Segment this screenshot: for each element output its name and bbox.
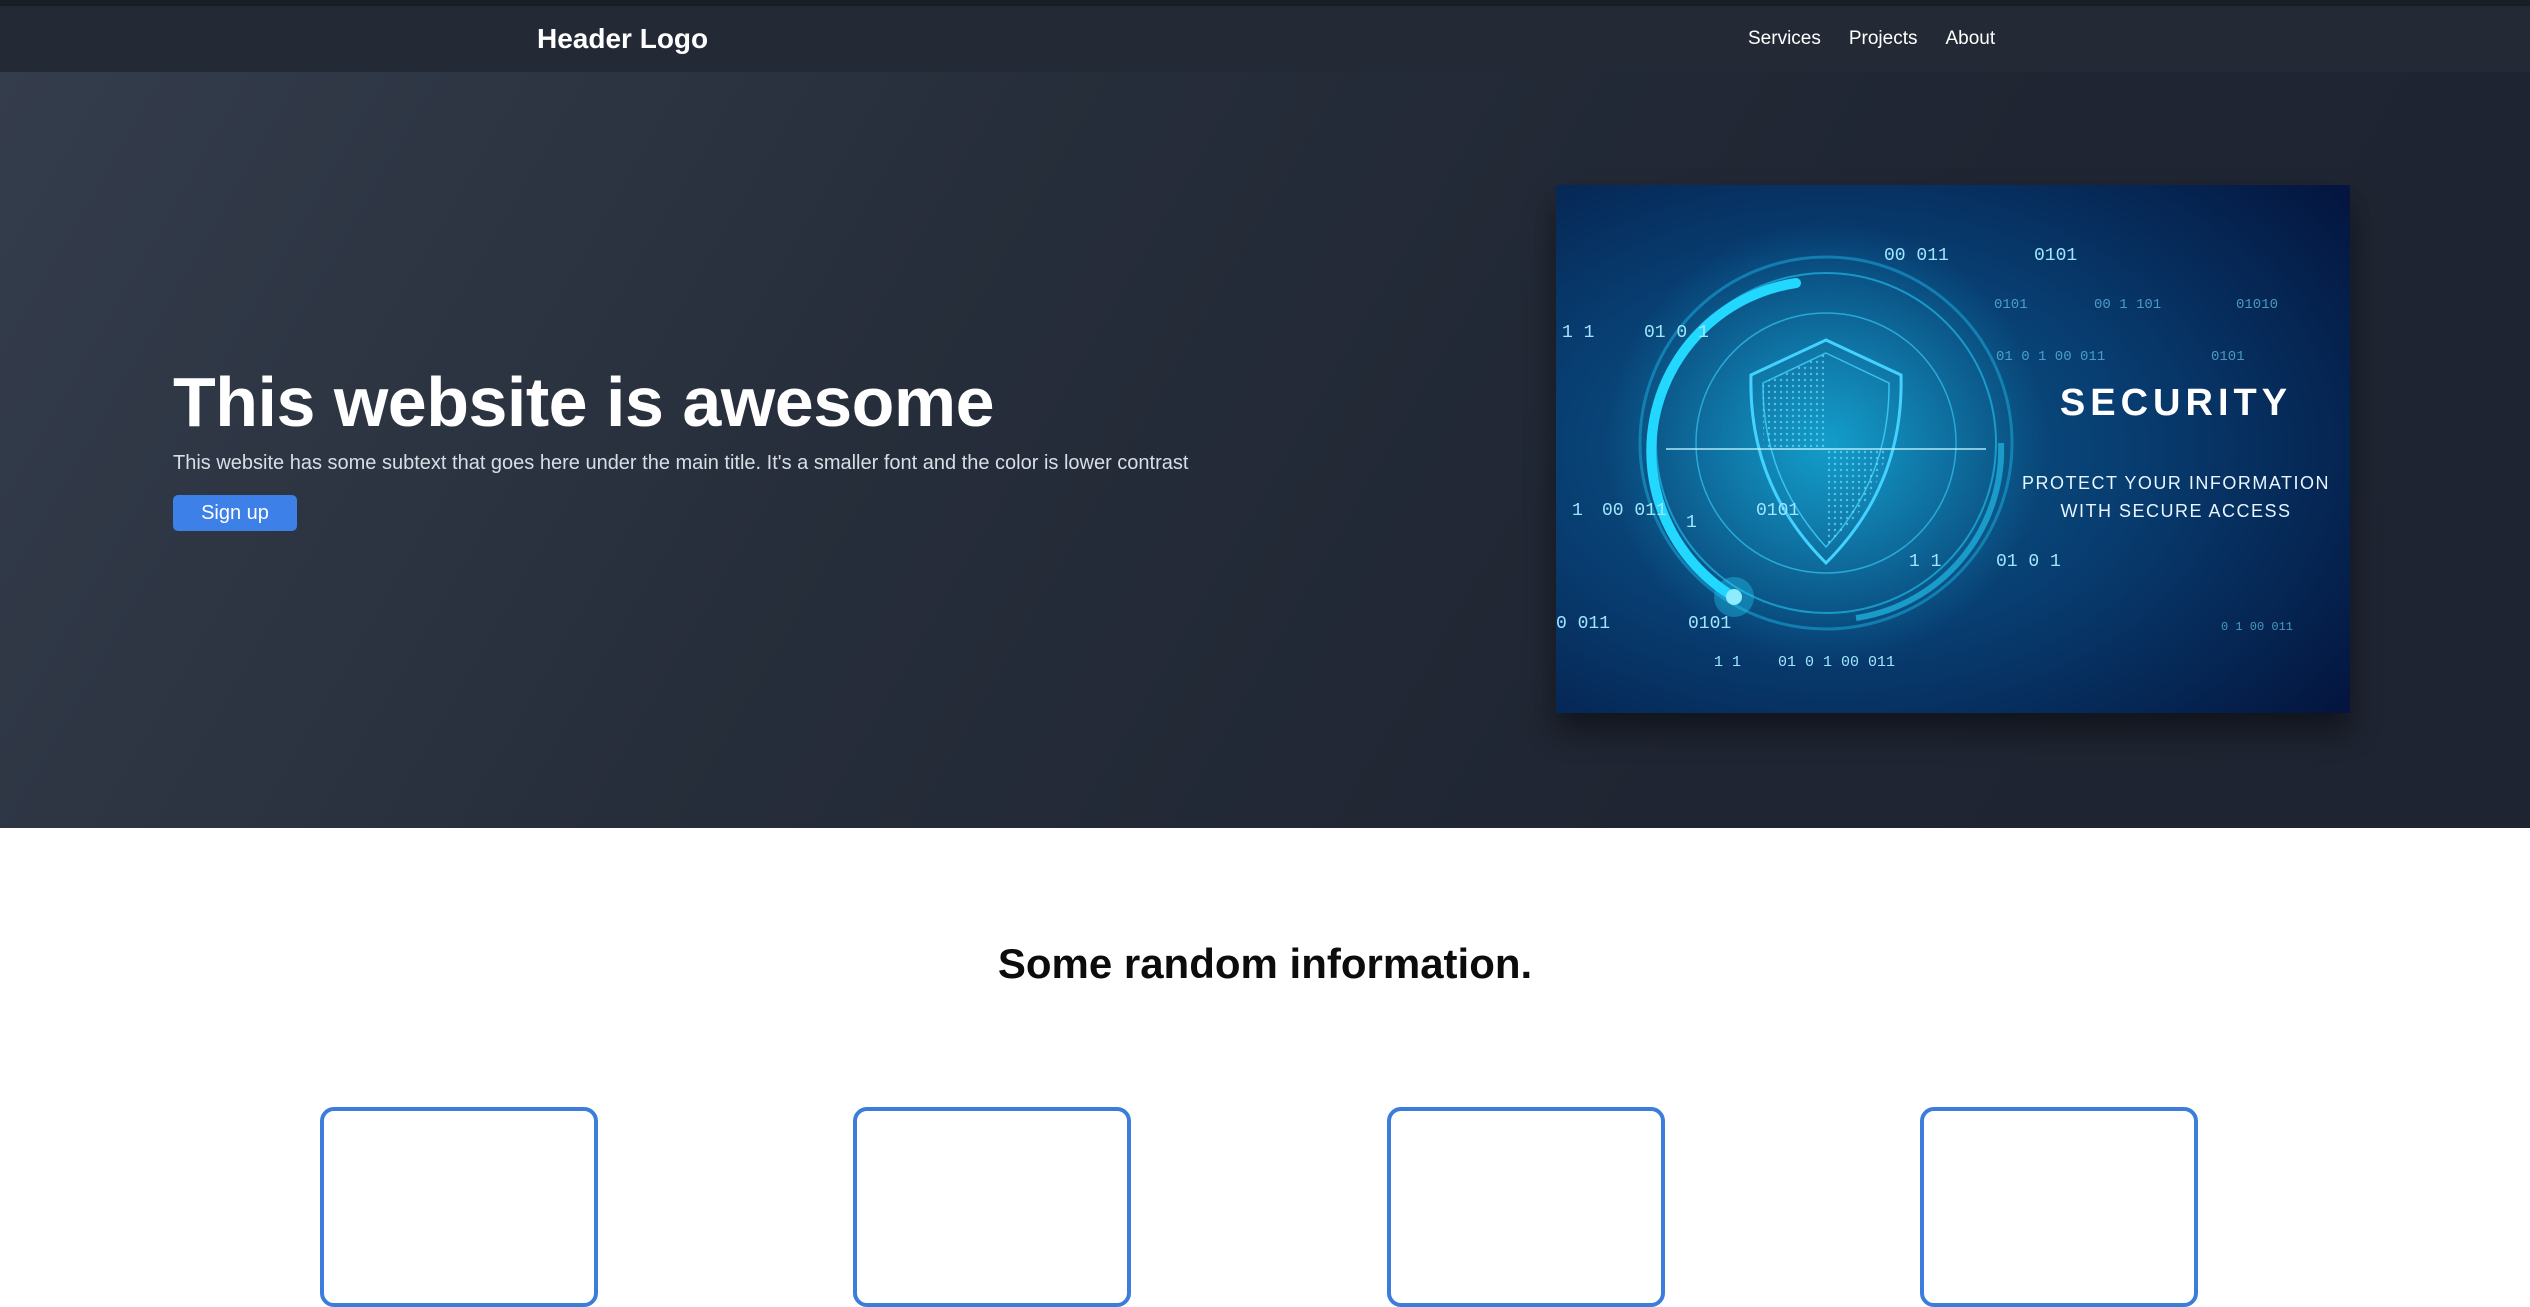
svg-text:00 011: 00 011 [1884,246,1949,266]
info-card [320,1107,598,1307]
svg-text:00 1 101: 00 1 101 [2094,297,2161,313]
security-illustration: 00 011 0101 1 1 01 0 1 1 1 00 011 0101 1… [1556,185,2350,713]
svg-text:00 011: 00 011 [1602,501,1667,521]
svg-text:0 1 00 011: 0 1 00 011 [2221,620,2293,634]
svg-text:0101: 0101 [1756,501,1799,521]
header-logo[interactable]: Header Logo [537,23,708,55]
image-tagline-1: PROTECT YOUR INFORMATION [2022,473,2330,493]
nav-link-about[interactable]: About [1946,28,1996,50]
nav-link-services[interactable]: Services [1748,28,1821,50]
info-card [1387,1107,1665,1307]
svg-text:1 1: 1 1 [1562,323,1594,343]
hero-subtitle: This website has some subtext that goes … [173,452,1189,474]
image-tagline-2: WITH SECURE ACCESS [2060,501,2291,521]
svg-text:0101: 0101 [2211,349,2245,365]
hero-section: This website is awesome This website has… [0,72,2530,828]
info-title: Some random information. [997,940,1533,987]
svg-text:01 0 1 00 011: 01 0 1 00 011 [1996,349,2105,365]
sign-up-button[interactable]: Sign up [173,495,297,531]
svg-text:1 1: 1 1 [1909,552,1941,572]
site-header: Header Logo Services Projects About [0,6,2530,72]
svg-text:01 0 1: 01 0 1 [1644,323,1709,343]
svg-text:1: 1 [1572,501,1583,521]
svg-text:0 011: 0 011 [1556,614,1610,634]
image-heading: SECURITY [2060,382,2292,424]
svg-text:01 0 1: 01 0 1 [1996,552,2061,572]
svg-text:0101: 0101 [1688,614,1731,634]
nav-link-projects[interactable]: Projects [1849,28,1918,50]
main-nav: Services Projects About [1748,28,1995,50]
svg-text:1 1: 1 1 [1714,654,1741,671]
svg-text:01010: 01010 [2236,297,2278,313]
svg-text:0101: 0101 [2034,246,2077,266]
info-card [853,1107,1131,1307]
info-card [1920,1107,2198,1307]
svg-text:1: 1 [1686,513,1697,533]
hero-title: This website is awesome [173,363,995,441]
svg-text:01 0 1 00 011: 01 0 1 00 011 [1778,654,1895,671]
svg-text:0101: 0101 [1994,297,2028,313]
